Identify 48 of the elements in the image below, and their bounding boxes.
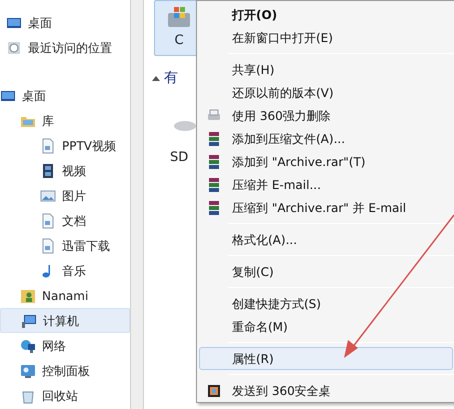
document-icon bbox=[40, 212, 56, 228]
menu-item[interactable]: 复制(C) bbox=[199, 260, 453, 283]
user-folder-icon bbox=[20, 288, 36, 304]
tree-item[interactable]: 图片 bbox=[0, 183, 130, 208]
menu-item[interactable]: 还原以前的版本(V) bbox=[199, 81, 453, 104]
tree-item[interactable]: Nanami bbox=[0, 283, 130, 308]
tree-item[interactable]: 控制面板 bbox=[0, 358, 130, 383]
books-icon bbox=[206, 130, 222, 146]
tree-item[interactable]: 桌面 bbox=[0, 10, 130, 35]
menu-item[interactable]: 添加到压缩文件(A)... bbox=[199, 127, 453, 150]
device-label: SD bbox=[170, 149, 188, 167]
control-panel-icon bbox=[20, 362, 36, 378]
tree-item[interactable]: PPTV视频 bbox=[0, 133, 130, 158]
menu-item[interactable]: 共享(H) bbox=[199, 58, 453, 81]
document-icon bbox=[40, 238, 56, 254]
tree-item[interactable]: 迅雷下载 bbox=[0, 233, 130, 258]
tree-item[interactable]: 桌面 bbox=[0, 83, 130, 108]
menu-item[interactable]: 创建快捷方式(S) bbox=[199, 292, 453, 315]
menu-item[interactable]: 重命名(M) bbox=[199, 315, 453, 338]
tree-item[interactable]: 文档 bbox=[0, 208, 130, 233]
film-icon bbox=[40, 162, 56, 178]
menu-item[interactable]: 属性(R) bbox=[199, 347, 453, 370]
menu-item[interactable]: 使用 360强力删除 bbox=[199, 104, 453, 127]
picture-icon bbox=[40, 188, 56, 204]
disk-icon bbox=[174, 120, 196, 132]
books-icon bbox=[206, 154, 222, 170]
tree-item[interactable]: 最近访问的位置 bbox=[0, 35, 130, 60]
tree-item[interactable]: 视频 bbox=[0, 158, 130, 183]
drive-label: C bbox=[174, 32, 184, 50]
tree-item[interactable]: 库 bbox=[0, 108, 130, 133]
menu-item[interactable]: 压缩并 E-mail... bbox=[199, 173, 453, 196]
computer-icon bbox=[21, 312, 37, 328]
scrollbar[interactable] bbox=[130, 0, 144, 409]
document-icon bbox=[40, 138, 56, 154]
menu-item[interactable]: 发送到 360安全桌 bbox=[199, 379, 453, 402]
group-header: 有 bbox=[164, 69, 178, 88]
menu-item[interactable]: 添加到 "Archive.rar"(T) bbox=[199, 150, 453, 173]
globe-monitor-icon bbox=[20, 338, 36, 354]
tree-item[interactable]: 网络 bbox=[0, 333, 130, 358]
expand-triangle-icon[interactable] bbox=[152, 76, 160, 81]
tree-item[interactable]: 计算机 bbox=[0, 308, 130, 333]
tree-item[interactable]: 回收站 bbox=[0, 383, 130, 408]
menu-item[interactable]: 格式化(A)... bbox=[199, 228, 453, 251]
tree-item[interactable]: 音乐 bbox=[0, 258, 130, 283]
color-square-icon bbox=[206, 382, 222, 398]
menu-item[interactable]: 压缩到 "Archive.rar" 并 E-mail bbox=[199, 196, 453, 219]
books-icon bbox=[206, 176, 222, 192]
books-icon bbox=[206, 200, 222, 216]
